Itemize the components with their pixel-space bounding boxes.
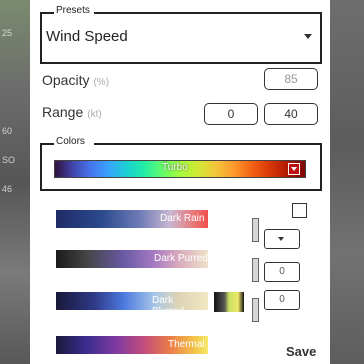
chevron-down-icon (278, 237, 284, 241)
opacity-input[interactable]: 85 (264, 68, 318, 90)
scheme-dark-purred[interactable]: Dark Purred (56, 250, 208, 268)
map-label: 25 (2, 28, 13, 38)
map-background-right (330, 0, 364, 364)
presets-selected-value: Wind Speed (46, 28, 128, 45)
scheme-dark-rain[interactable]: Dark Rain (56, 210, 208, 228)
range-label: Range (kt) (42, 104, 102, 120)
scheme-thermal[interactable]: Thermal (56, 336, 208, 354)
color-swatch[interactable] (214, 292, 244, 312)
save-button[interactable]: Save (286, 344, 316, 359)
layer-settings-panel: Presets Wind Speed Opacity (%) 85 Range (k… (30, 0, 330, 364)
range-label-text: Range (42, 104, 84, 120)
colormap-selected-label: Turbo (162, 162, 188, 173)
opacity-label-text: Opacity (42, 72, 90, 88)
scheme-label: Dark Rain (160, 213, 205, 224)
scheme-label: Dark Blurred (152, 295, 185, 317)
opacity-label: Opacity (%) (42, 72, 109, 88)
map-label: 60 (2, 126, 13, 136)
divider (252, 258, 259, 282)
opacity-unit: (%) (93, 77, 110, 88)
map-label: 46 (2, 184, 13, 194)
chevron-down-icon[interactable] (288, 163, 300, 175)
scheme-dark-blurred[interactable]: Dark Blurred (56, 292, 208, 317)
reverse-checkbox[interactable] (292, 203, 307, 218)
divider (252, 218, 259, 242)
map-background-left: 25 60 SO 46 (0, 0, 30, 364)
chevron-down-icon (304, 34, 312, 39)
divider (252, 298, 259, 322)
range-max-input[interactable]: 40 (264, 103, 318, 125)
side-dropdown[interactable] (264, 229, 300, 249)
range-min-input[interactable]: 0 (204, 103, 258, 125)
side-number-input-2[interactable]: 0 (264, 290, 300, 310)
range-unit: (kt) (87, 109, 102, 120)
map-label: SO (2, 155, 16, 165)
scheme-label: Dark Purred (154, 253, 208, 264)
scheme-label: Thermal (168, 339, 205, 350)
side-number-input-1[interactable]: 0 (264, 262, 300, 282)
